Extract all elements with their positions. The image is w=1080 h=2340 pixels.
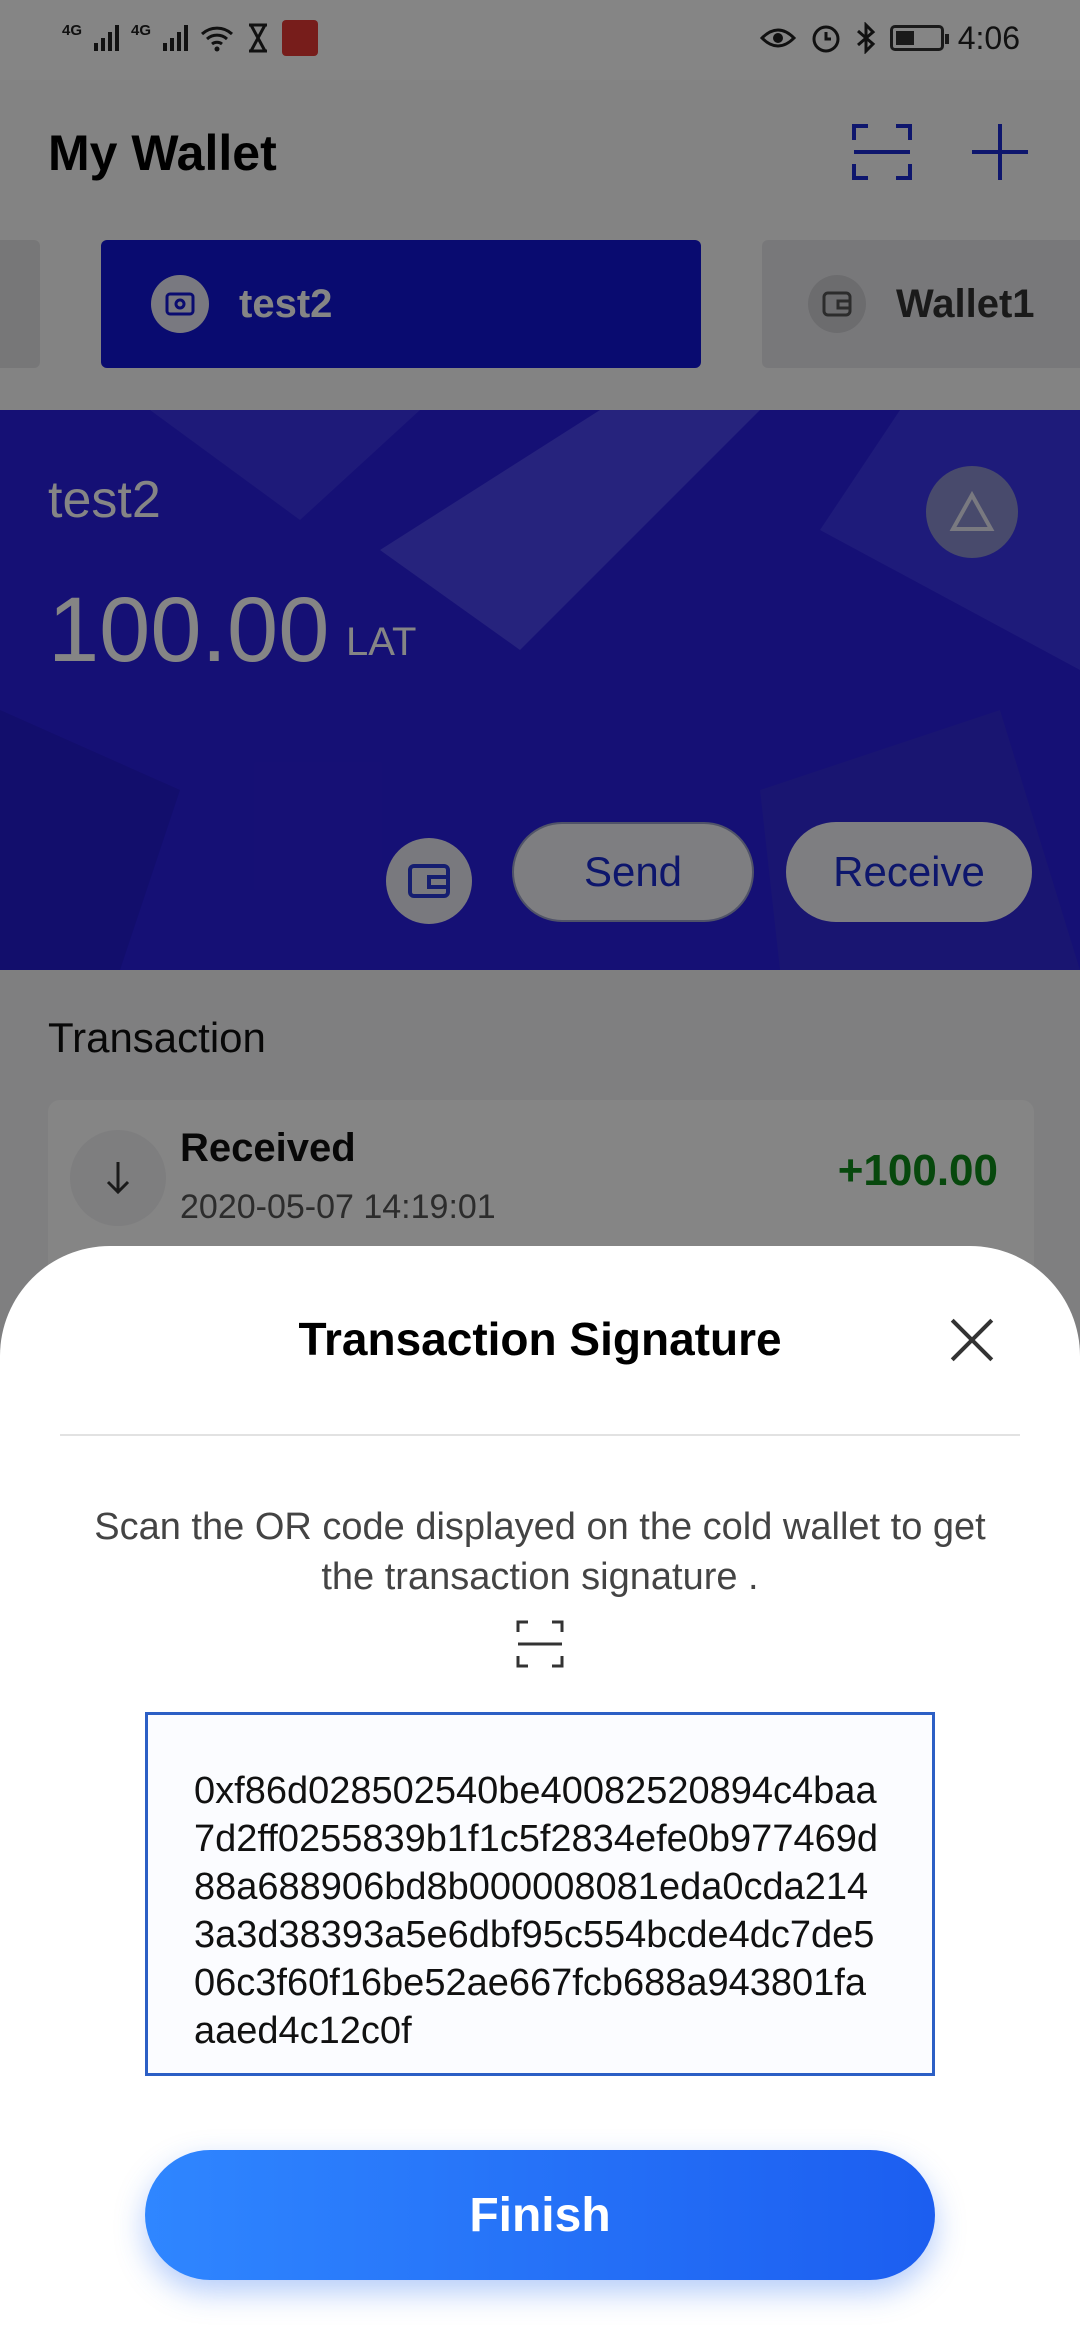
sheet-title: Transaction Signature [298, 1313, 782, 1365]
close-icon[interactable] [950, 1318, 994, 1362]
signature-field[interactable]: 0xf86d028502540be40082520894c4baa7d2ff02… [145, 1712, 935, 2076]
transaction-signature-sheet: Transaction Signature Scan the OR code d… [0, 1246, 1080, 2340]
scan-instructions: Scan the OR code displayed on the cold w… [94, 1506, 986, 1598]
signature-text: 0xf86d028502540be40082520894c4baa7d2ff02… [194, 1770, 878, 2052]
scan-icon[interactable] [516, 1620, 564, 1668]
finish-button[interactable]: Finish [145, 2150, 935, 2280]
divider [60, 1434, 1020, 1436]
